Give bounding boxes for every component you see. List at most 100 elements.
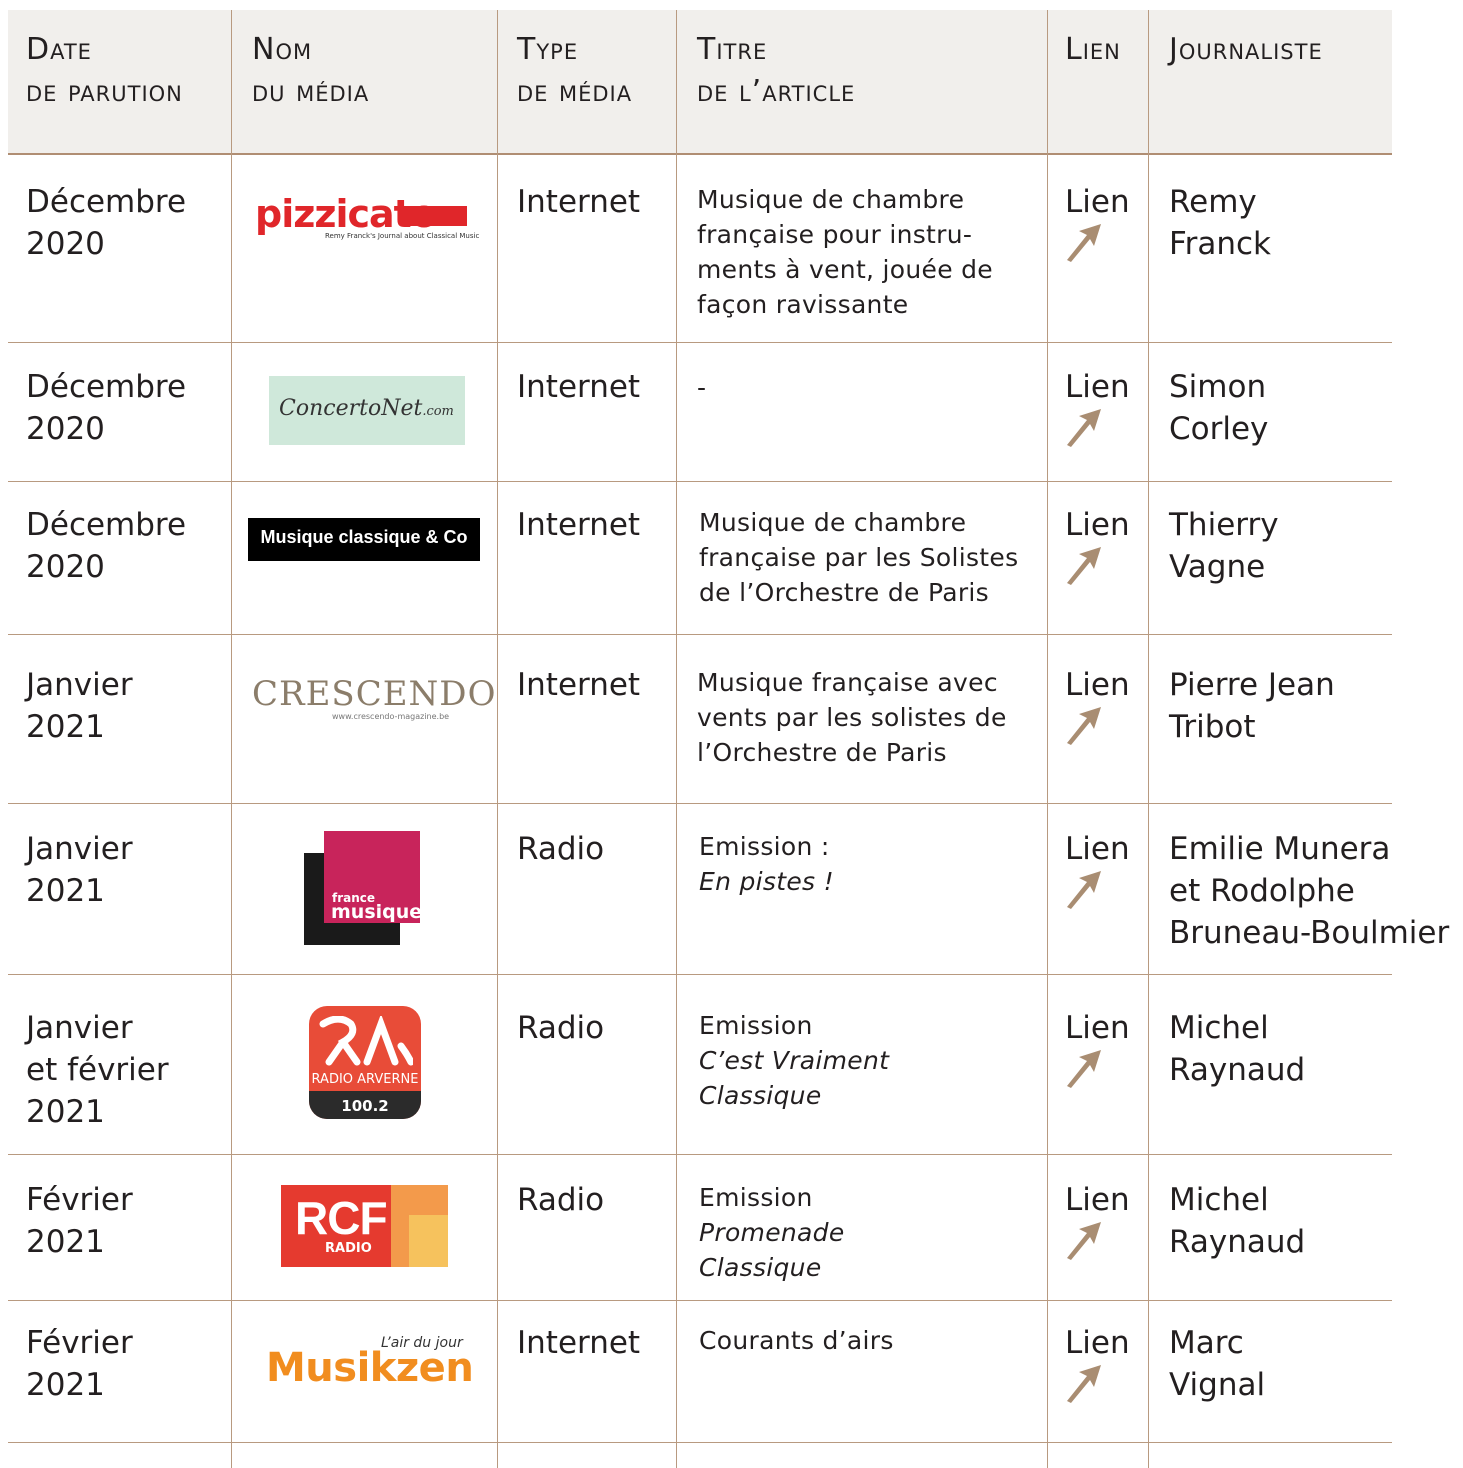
logo-wordmark: Musique classique & Co <box>260 527 468 547</box>
row-8-journalist: Marc Vignal <box>1169 1322 1265 1406</box>
logo-mark <box>319 1016 413 1066</box>
arrow-icon[interactable] <box>1063 545 1103 585</box>
row-3-link[interactable]: Lien <box>1065 504 1130 546</box>
row-3-type: Internet <box>517 507 641 543</box>
column-divider <box>1047 10 1048 1468</box>
title-line: française par les Solistes <box>699 543 1019 572</box>
header-journalist-line1: Journaliste <box>1169 32 1323 67</box>
row-2-link[interactable]: Lien <box>1065 366 1130 408</box>
row-7-link[interactable]: Lien <box>1065 1179 1130 1221</box>
header-title: Titre de l’article <box>697 30 855 114</box>
row-2-date: Décembre 2020 <box>26 366 186 450</box>
date-line: 2020 <box>26 549 105 585</box>
arrow-icon[interactable] <box>1063 222 1103 262</box>
journalist-line: Vignal <box>1169 1367 1266 1403</box>
header-date-line1: Date <box>26 32 92 67</box>
row-3-date: Décembre 2020 <box>26 504 186 588</box>
header-title-line1: Titre <box>697 32 768 67</box>
logo-wordmark: ConcertoNet <box>279 396 423 421</box>
date-line: 2021 <box>26 1224 105 1260</box>
date-line: 2021 <box>26 873 105 909</box>
row-6-title: Emission C’est Vraiment Classique <box>699 1008 889 1113</box>
logo-wordmark: RCF <box>295 1192 388 1244</box>
row-1-link[interactable]: Lien <box>1065 181 1130 223</box>
row-4-title: Musique française avec vents par les sol… <box>697 665 1007 770</box>
arrow-icon[interactable] <box>1063 705 1103 745</box>
row-divider <box>8 342 1392 343</box>
journalist-line: Michel <box>1169 1182 1269 1218</box>
radio-arverne-logo: RADIO ARVERNE 100.2 <box>309 1006 421 1119</box>
column-divider <box>497 10 498 1468</box>
arrow-icon[interactable] <box>1063 1048 1103 1088</box>
row-5-title: Emission : En pistes ! <box>699 829 834 899</box>
journalist-line: Corley <box>1169 411 1269 447</box>
program-name: Promenade <box>699 1218 845 1247</box>
row-4-date: Janvier 2021 <box>26 664 133 748</box>
journalist-line: Marc <box>1169 1325 1244 1361</box>
journalist-line: Franck <box>1169 226 1271 262</box>
row-6-link[interactable]: Lien <box>1065 1007 1130 1049</box>
row-divider <box>8 481 1392 482</box>
date-line: 2020 <box>26 226 105 262</box>
arrow-icon[interactable] <box>1063 1220 1103 1260</box>
title-line: Musique de chambre <box>697 185 965 214</box>
journalist-line: Michel <box>1169 1010 1269 1046</box>
journalist-line: Emilie Munera <box>1169 831 1391 867</box>
title-line: de l’Orchestre de Paris <box>699 578 989 607</box>
journalist-line: Pierre Jean <box>1169 667 1335 703</box>
row-6-journalist: Michel Raynaud <box>1169 1007 1305 1091</box>
header-media-name-line1: Nom <box>252 32 313 67</box>
journalist-line: Thierry <box>1169 507 1279 543</box>
header-link-line1: Lien <box>1065 32 1121 67</box>
logo-frequency: 100.2 <box>341 1097 389 1115</box>
date-line: Décembre <box>26 507 187 543</box>
logo-subtext: RADIO <box>325 1241 372 1256</box>
row-divider <box>8 803 1392 804</box>
row-5-date: Janvier 2021 <box>26 828 133 912</box>
journalist-line: Remy <box>1169 184 1257 220</box>
logo-wordmark: Musikzen <box>266 1345 474 1391</box>
date-line: Janvier <box>26 1010 133 1046</box>
date-line: Décembre <box>26 184 187 220</box>
header-media-name: Nom du média <box>252 30 369 114</box>
title-line: française pour instru- <box>697 220 973 249</box>
program-name: En pistes ! <box>699 867 834 896</box>
header-media-type: Type de média <box>517 30 632 114</box>
france-musique-logo: france musique <box>304 831 423 947</box>
row-1-title: Musique de chambre française pour instru… <box>697 182 993 322</box>
row-divider <box>8 974 1392 975</box>
crescendo-logo: CRESCENDO www.crescendo-magazine.be <box>252 668 495 723</box>
journalist-line: Vagne <box>1169 549 1266 585</box>
title-line: Emission : <box>699 832 830 861</box>
logo-shape <box>409 1215 448 1267</box>
row-4-link[interactable]: Lien <box>1065 664 1130 706</box>
arrow-icon[interactable] <box>1063 1363 1103 1403</box>
arrow-icon[interactable] <box>1063 869 1103 909</box>
logo-url: www.crescendo-magazine.be <box>332 712 450 721</box>
date-line: 2021 <box>26 1367 105 1403</box>
title-line: Courants d’airs <box>699 1326 894 1355</box>
row-4-type: Internet <box>517 667 641 703</box>
row-1-journalist: Remy Franck <box>1169 181 1271 265</box>
row-4-journalist: Pierre Jean Tribot <box>1169 664 1335 748</box>
row-3-journalist: Thierry Vagne <box>1169 504 1279 588</box>
title-line: Emission <box>699 1011 813 1040</box>
title-line: Musique de chambre <box>699 508 967 537</box>
date-line: 2021 <box>26 1094 105 1130</box>
title-line: Musique française avec <box>697 668 998 697</box>
row-5-type: Radio <box>517 831 605 867</box>
row-7-type: Radio <box>517 1182 605 1218</box>
row-8-link[interactable]: Lien <box>1065 1322 1130 1364</box>
row-5-link[interactable]: Lien <box>1065 828 1130 870</box>
column-divider <box>1148 10 1149 1468</box>
logo-wordmark: musique <box>331 901 423 923</box>
row-7-date: Février 2021 <box>26 1179 133 1263</box>
logo-suffix: .com <box>422 404 454 419</box>
title-line: ments à vent, jouée de <box>697 255 993 284</box>
journalist-line: Raynaud <box>1169 1224 1306 1260</box>
arrow-icon[interactable] <box>1063 407 1103 447</box>
column-divider <box>676 10 677 1468</box>
header-date: Date de parution <box>26 30 183 114</box>
row-2-type: Internet <box>517 369 641 405</box>
logo-tagline: Remy Franck's Journal about Classical Mu… <box>325 232 480 240</box>
